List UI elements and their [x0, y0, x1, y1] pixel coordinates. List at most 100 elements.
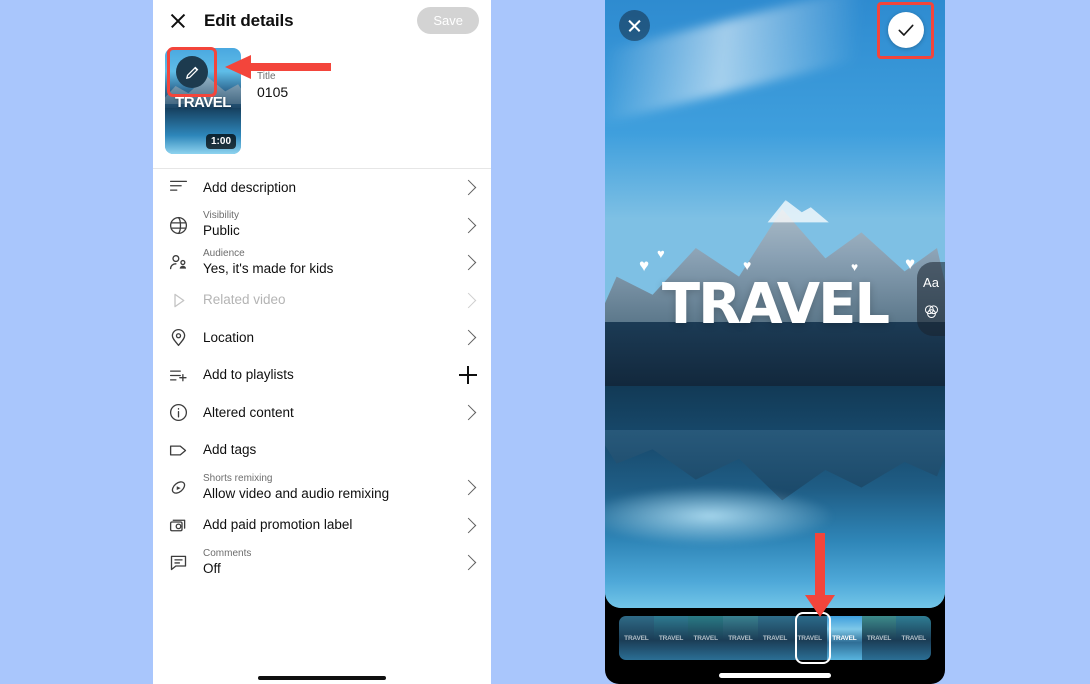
- option-row-yes-it-s-made-for-kids[interactable]: Audience Yes, it's made for kids: [153, 244, 491, 282]
- cloud-reflection: [605, 486, 835, 546]
- timeline-frame-label: TRAVEL: [728, 634, 753, 642]
- timeline-frame[interactable]: TRAVEL: [896, 616, 931, 660]
- timeline-frame-label: TRAVEL: [832, 634, 857, 642]
- timeline-frame[interactable]: TRAVEL: [723, 616, 758, 660]
- option-row-allow-video-and-audio-remixing[interactable]: Shorts remixing Allow video and audio rem…: [153, 469, 491, 507]
- option-label: Off: [203, 560, 221, 576]
- timeline-frame-label: TRAVEL: [866, 634, 892, 642]
- option-sublabel: Visibility: [203, 210, 239, 222]
- option-row-add-tags[interactable]: Add tags: [153, 432, 491, 470]
- audience-icon: [169, 255, 186, 270]
- timeline-frame[interactable]: TRAVEL: [861, 616, 897, 660]
- description-icon: [169, 180, 187, 192]
- location-pin-icon: [167, 327, 189, 348]
- timeline-frame[interactable]: TRAVEL: [792, 616, 828, 660]
- tool-pill: Aa: [917, 262, 945, 336]
- filters-icon[interactable]: [923, 303, 940, 323]
- option-label: Public: [203, 223, 240, 239]
- option-text: Audience Yes, it's made for kids: [203, 248, 463, 278]
- option-row-related-video: Related video: [153, 282, 491, 320]
- option-label: Add to playlists: [203, 367, 294, 383]
- timeline-frame-label: TRAVEL: [624, 634, 649, 642]
- chevron-right-icon: [460, 404, 477, 421]
- timeline-frame[interactable]: TRAVEL: [688, 616, 724, 660]
- timeline-strip[interactable]: TRAVEL TRAVEL TRAVEL TRAVEL TRAVEL TRAVEL TRAV…: [619, 616, 931, 660]
- pencil-icon[interactable]: [176, 56, 208, 88]
- option-text: Location: [203, 329, 463, 347]
- globe-icon: [169, 216, 187, 234]
- close-icon[interactable]: [619, 10, 650, 41]
- comments-icon: [167, 552, 189, 573]
- chevron-right-icon: [460, 479, 477, 496]
- timeline-frame[interactable]: TRAVEL: [827, 616, 862, 660]
- option-text: Add description: [203, 179, 463, 197]
- playlist-add-icon: [167, 365, 189, 386]
- phone-home-indicator: [719, 673, 831, 678]
- comments-icon: [170, 555, 186, 571]
- video-thumbnail-wrap[interactable]: TRAVEL 1:00: [165, 47, 241, 154]
- option-label: Location: [203, 329, 255, 345]
- tag-icon: [169, 445, 186, 456]
- option-row-altered-content[interactable]: Altered content: [153, 394, 491, 432]
- video-summary-row: TRAVEL 1:00 Title 0105: [153, 42, 491, 168]
- chevron-right-icon: [460, 292, 477, 309]
- audience-icon: [167, 252, 189, 273]
- timeline-frame[interactable]: TRAVEL: [653, 616, 689, 660]
- thumbnail-overlay-text: TRAVEL: [175, 94, 231, 111]
- option-sublabel: Audience: [203, 247, 245, 259]
- duration-badge: 1:00: [205, 134, 236, 149]
- chevron-right-icon: [460, 217, 477, 234]
- option-text: Related video: [203, 291, 463, 309]
- tag-icon: [167, 440, 189, 461]
- options-list: Add description Visibility Public Audience Y…: [153, 169, 491, 582]
- heart-icon: ♥: [743, 257, 752, 273]
- heart-icon: ♥: [657, 246, 665, 261]
- option-row-add-paid-promotion-label[interactable]: Add paid promotion label: [153, 507, 491, 545]
- video-editor-phone: ♥ ♥ ♥ ♥ ♥ TRAVEL Aa TRAVEL TRAVEL TRAVEL TR…: [605, 0, 945, 684]
- title-label: Title: [257, 71, 276, 82]
- timeline-frame[interactable]: TRAVEL: [757, 616, 793, 660]
- chevron-right-icon: [460, 179, 477, 196]
- overlay-text[interactable]: TRAVEL: [605, 272, 945, 337]
- edit-details-panel: Edit details Save TRAVEL 1:00 Title 0105: [153, 0, 491, 684]
- paid-promotion-icon: [167, 515, 189, 536]
- chevron-right-icon: [460, 517, 477, 534]
- close-icon[interactable]: [165, 8, 191, 34]
- option-label: Add description: [203, 179, 297, 195]
- chevron-right-icon: [460, 329, 477, 346]
- option-sublabel: Shorts remixing: [203, 472, 273, 484]
- option-row-location[interactable]: Location: [153, 319, 491, 357]
- plus-icon[interactable]: [459, 366, 477, 385]
- option-row-off[interactable]: Comments Off: [153, 544, 491, 582]
- timeline-frame[interactable]: TRAVEL: [619, 616, 654, 660]
- option-row-public[interactable]: Visibility Public: [153, 207, 491, 245]
- globe-icon: [167, 215, 189, 236]
- option-text: Comments Off: [203, 548, 463, 578]
- page-title: Edit details: [204, 11, 294, 30]
- title-block[interactable]: Title 0105: [257, 48, 288, 154]
- description-icon: [167, 177, 189, 198]
- option-row-add-to-playlists[interactable]: Add to playlists: [153, 357, 491, 395]
- option-label: Add paid promotion label: [203, 517, 353, 533]
- text-tool-icon[interactable]: Aa: [923, 275, 939, 290]
- timeline-frame-label: TRAVEL: [658, 634, 684, 642]
- option-text: Visibility Public: [203, 210, 463, 240]
- play-triangle-icon: [173, 293, 184, 308]
- home-indicator: [258, 676, 386, 680]
- check-icon[interactable]: [888, 12, 924, 48]
- chevron-right-icon: [460, 554, 477, 571]
- timeline-frame-label: TRAVEL: [797, 634, 823, 642]
- option-text: Shorts remixing Allow video and audio rem…: [203, 473, 463, 503]
- paid-promotion-icon: [169, 519, 185, 532]
- title-value: 0105: [257, 84, 289, 100]
- option-row-add-description[interactable]: Add description: [153, 169, 491, 207]
- playlist-add-icon: [169, 370, 187, 382]
- save-button[interactable]: Save: [417, 7, 479, 34]
- play-triangle-icon: [167, 290, 189, 311]
- remix-icon: [167, 477, 189, 498]
- heart-icon: ♥: [639, 256, 650, 275]
- chevron-right-icon: [460, 254, 477, 271]
- video-preview[interactable]: ♥ ♥ ♥ ♥ ♥ TRAVEL Aa: [605, 0, 945, 608]
- remix-icon: [171, 481, 185, 495]
- sheet-header: Edit details Save: [153, 0, 491, 42]
